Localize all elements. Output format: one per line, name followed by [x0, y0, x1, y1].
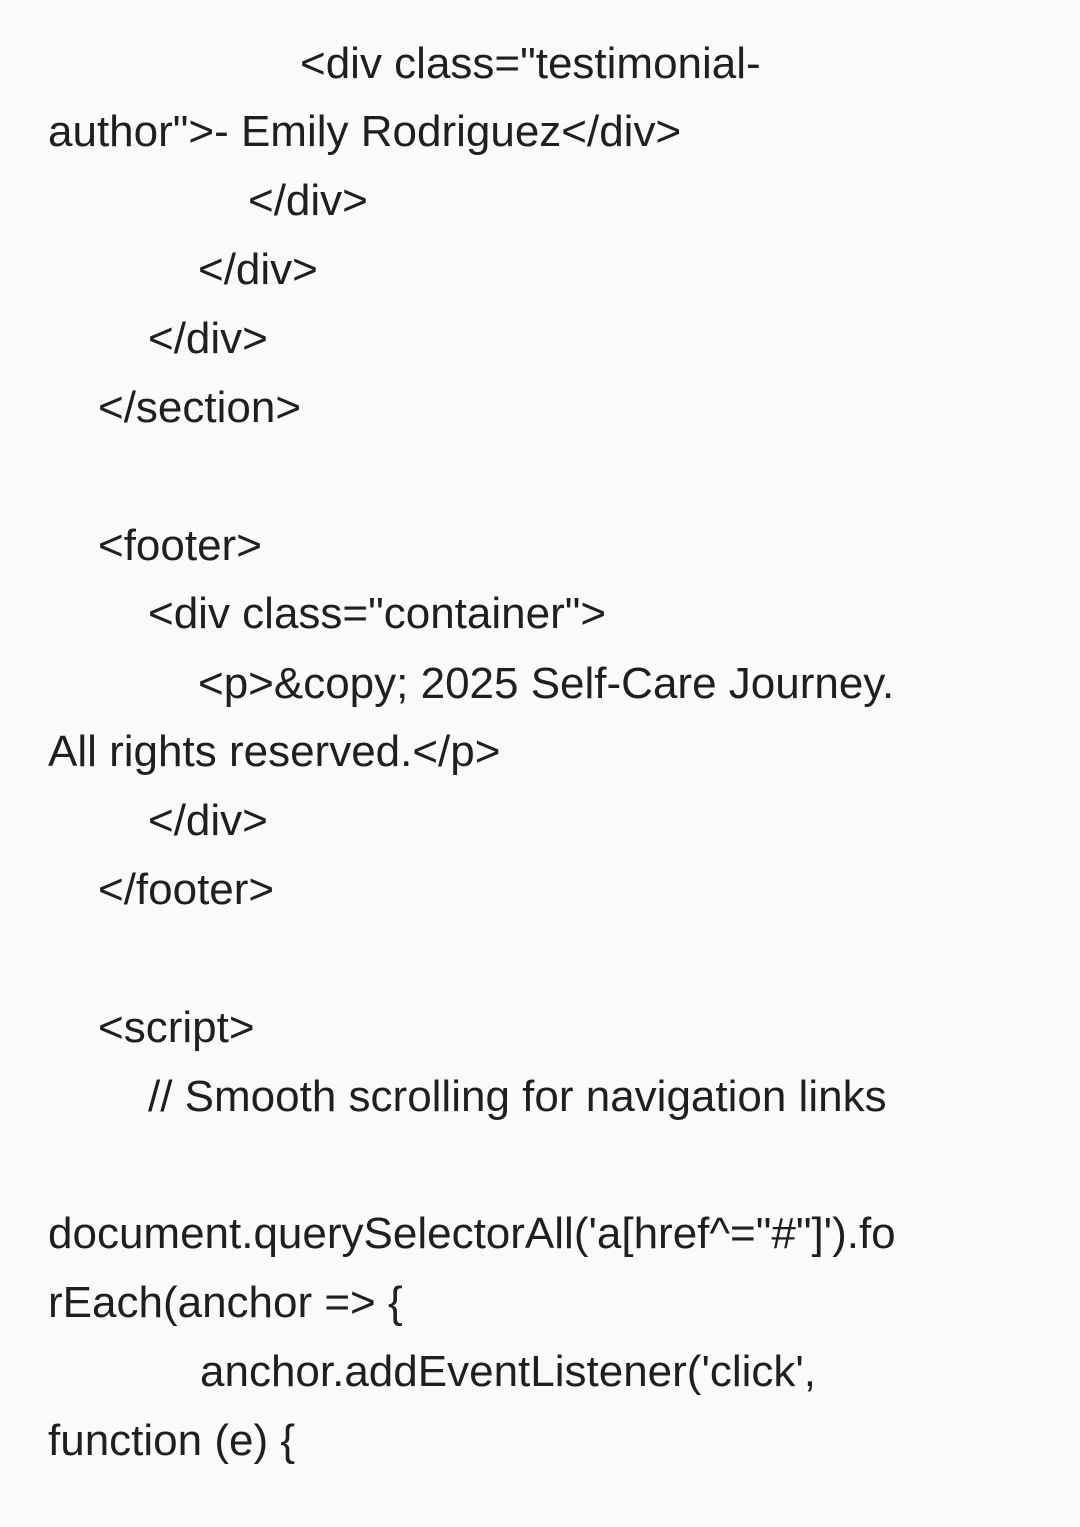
code-line: </div> — [148, 314, 268, 363]
code-line: <footer> — [98, 521, 262, 570]
code-line: author">- Emily Rodriguez</div> — [48, 107, 682, 156]
code-text-view: <div class="testimonial- author">- Emily… — [0, 0, 1080, 1527]
code-line: <div class="testimonial- — [300, 39, 761, 88]
code-line: // Smooth scrolling for navigation links — [148, 1072, 887, 1121]
code-line: <script> — [98, 1003, 255, 1052]
code-line: <div class="container"> — [148, 589, 607, 638]
code-line: document.querySelectorAll('a[href^="#"]'… — [48, 1209, 896, 1258]
code-line: </section> — [98, 383, 302, 432]
code-line: </div> — [198, 245, 318, 294]
code-line: anchor.addEventListener('click', — [200, 1347, 817, 1396]
code-line: </footer> — [98, 865, 275, 914]
code-line: function (e) { — [48, 1416, 296, 1465]
code-line: </div> — [148, 796, 268, 845]
code-line: rEach(anchor => { — [48, 1278, 403, 1327]
code-line: All rights reserved.</p> — [48, 727, 501, 776]
code-line: <p>&copy; 2025 Self-Care Journey. — [198, 659, 895, 708]
code-line: </div> — [248, 176, 368, 225]
